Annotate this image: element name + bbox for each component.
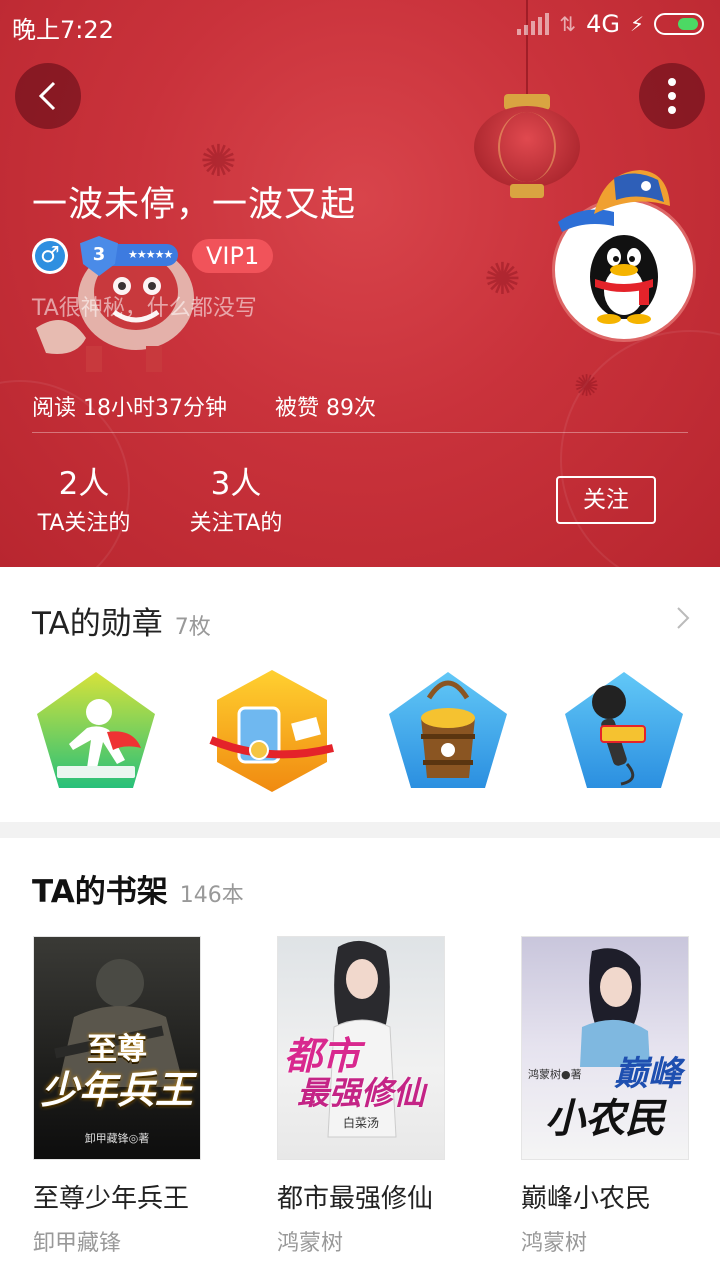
- gold-bucket-medal-icon[interactable]: [385, 668, 511, 794]
- back-arrow-icon: [38, 81, 56, 111]
- book-author: 鸿蒙树: [277, 1231, 344, 1256]
- male-icon: ♂: [32, 238, 68, 274]
- book-item[interactable]: 至尊 少年兵王 卸甲藏锋◎著 至尊少年兵王 卸甲藏锋: [33, 936, 201, 1257]
- follow-button[interactable]: 关注: [556, 476, 656, 524]
- following-count: 2人: [58, 466, 110, 502]
- back-button[interactable]: [15, 63, 81, 129]
- more-vertical-icon: [668, 78, 676, 114]
- battery-icon: [654, 13, 704, 35]
- likes-count: 被赞 89次: [274, 396, 376, 421]
- shelf-count: 146本: [179, 883, 244, 908]
- firework-icon: ✺: [574, 369, 600, 404]
- cover-title-line2: 少年兵王: [40, 1068, 193, 1112]
- divider: [32, 432, 688, 433]
- champion-medal-icon[interactable]: [209, 668, 335, 794]
- medals-count: 7枚: [174, 615, 211, 640]
- level-shield-icon: 3: [80, 236, 118, 276]
- status-time: 晚上7:22: [12, 16, 114, 44]
- followers-label: 关注TA的: [189, 511, 283, 536]
- data-transfer-icon: ⇅: [559, 12, 577, 36]
- reading-time: 阅读 18小时37分钟: [32, 396, 227, 421]
- book-author: 卸甲藏锋: [33, 1231, 122, 1256]
- cover-title-line1: 巅峰: [614, 1054, 682, 1094]
- medals-header[interactable]: TA的勋章 7枚: [32, 598, 211, 643]
- book-cover[interactable]: 鸿蒙树●著 巅峰 小农民: [521, 936, 689, 1160]
- signal-icon: [517, 13, 550, 35]
- shelf-header[interactable]: TA的书架 146本: [32, 866, 244, 911]
- section-separator: [0, 822, 720, 838]
- cover-title-line2: 小农民: [545, 1096, 665, 1142]
- profile-title: 一波未停，一波又起: [32, 185, 357, 225]
- medals-title: TA的勋章: [32, 606, 163, 642]
- firework-icon: ✺: [484, 254, 521, 305]
- cap-icon: [558, 170, 670, 232]
- cover-credit: 卸甲藏锋◎著: [84, 1132, 150, 1145]
- profile-bio: TA很神秘，什么都没写: [32, 296, 257, 321]
- following-stat[interactable]: 2人 TA关注的: [32, 464, 136, 542]
- status-bar: 晚上7:22 ⇅ 4G ⚡: [0, 0, 720, 52]
- vip-badge[interactable]: VIP1: [192, 239, 274, 273]
- following-label: TA关注的: [37, 511, 131, 536]
- charging-icon: ⚡: [629, 12, 644, 36]
- badges-row: ♂ ★★★★★ 3 VIP1: [32, 236, 274, 276]
- cover-credit: 白菜汤: [342, 1116, 379, 1130]
- followers-stat[interactable]: 3人 关注TA的: [184, 464, 288, 542]
- profile-header: ✺ ✺ ✺ 晚上7:22 ⇅ 4G ⚡ 一波未停，一波又起 ♂ ★★★★★ 3 …: [0, 0, 720, 567]
- level-badge[interactable]: ★★★★★ 3: [80, 236, 180, 276]
- book-title: 至尊少年兵王: [33, 1184, 190, 1214]
- cover-title-line1: 至尊: [87, 1032, 147, 1067]
- cover-title-line1: 都市: [284, 1034, 361, 1078]
- network-type: 4G: [586, 10, 620, 38]
- cover-title-line2: 最强修仙: [296, 1074, 425, 1112]
- book-item[interactable]: 都市 最强修仙 白菜汤 都市最强修仙 鸿蒙树: [277, 936, 445, 1257]
- book-item[interactable]: 鸿蒙树●著 巅峰 小农民 巅峰小农民 鸿蒙树: [521, 936, 689, 1257]
- book-title: 都市最强修仙: [277, 1184, 434, 1214]
- decor-circle: [560, 330, 720, 567]
- microphone-medal-icon[interactable]: [561, 668, 687, 794]
- more-options-button[interactable]: [639, 63, 705, 129]
- runner-medal-icon[interactable]: [33, 668, 159, 794]
- reading-stats: 阅读 18小时37分钟 被赞 89次: [32, 390, 376, 422]
- book-cover[interactable]: 都市 最强修仙 白菜汤: [277, 936, 445, 1160]
- followers-count: 3人: [210, 466, 262, 502]
- book-author: 鸿蒙树: [521, 1231, 588, 1256]
- book-title: 巅峰小农民: [521, 1184, 652, 1214]
- shelf-title: TA的书架: [32, 874, 168, 910]
- status-icons: ⇅ 4G ⚡: [517, 10, 704, 38]
- book-cover[interactable]: 至尊 少年兵王 卸甲藏锋◎著: [33, 936, 201, 1160]
- chevron-right-icon[interactable]: [676, 604, 690, 637]
